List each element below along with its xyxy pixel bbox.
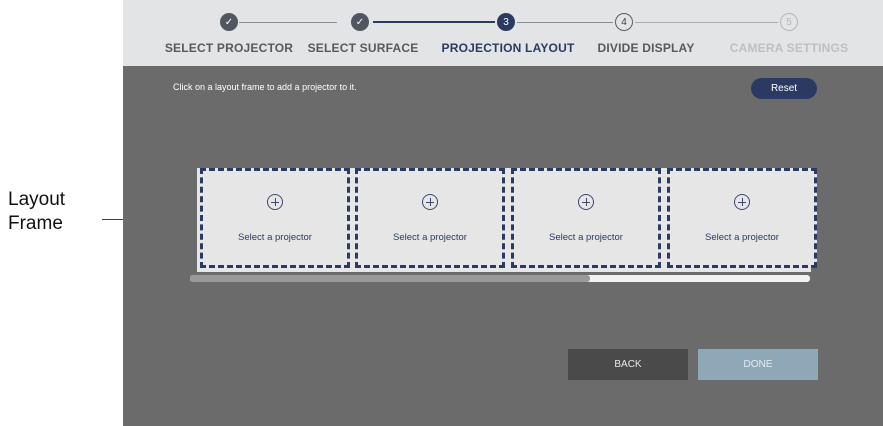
layout-frame-label: Select a projector [705,232,779,243]
plus-circle-icon [267,194,283,210]
step-4-number-icon: 4 [615,13,633,31]
step-3-number-icon: 3 [497,13,515,31]
layout-frame[interactable]: Select a projector [511,168,661,268]
step-connector [635,22,778,23]
step-progress-bar: ✓ ✓ 3 4 5 SELECT PROJECTOR SELECT SURFAC… [123,0,883,66]
step-connector [517,22,613,23]
plus-circle-icon [734,194,750,210]
step-2-check-icon: ✓ [351,13,369,31]
plus-circle-icon [422,194,438,210]
done-button[interactable]: DONE [698,349,818,380]
reset-button[interactable]: Reset [751,78,817,99]
layout-frame-label: Select a projector [549,232,623,243]
step-5-number-icon: 5 [780,13,798,31]
back-button[interactable]: BACK [568,349,688,380]
step-connector [373,21,495,23]
step-2-label[interactable]: SELECT SURFACE [308,41,419,55]
app-window: ✓ ✓ 3 4 5 SELECT PROJECTOR SELECT SURFAC… [123,0,883,426]
step-1-check-icon: ✓ [220,13,238,31]
annotation-label-line1: Layout [8,189,66,210]
layout-frame[interactable]: Select a projector [667,168,817,268]
instruction-text: Click on a layout frame to add a project… [173,82,357,92]
horizontal-scrollbar-thumb[interactable] [190,275,590,282]
layout-frame-label: Select a projector [238,232,312,243]
step-4-label: DIVIDE DISPLAY [597,41,695,55]
plus-circle-icon [578,194,594,210]
layout-frame[interactable]: Select a projector [200,168,350,268]
annotation-label: Layout Frame [8,188,65,236]
layout-frames-row: Select a projector Select a projector Se… [197,168,817,272]
layout-frame[interactable]: Select a projector [355,168,505,268]
step-5-label: CAMERA SETTINGS [729,41,849,55]
annotation-label-line2: Frame [8,213,63,234]
step-connector [239,22,337,23]
step-3-label: PROJECTION LAYOUT [441,41,575,55]
step-1-label[interactable]: SELECT PROJECTOR [165,41,293,55]
layout-frame-label: Select a projector [393,232,467,243]
